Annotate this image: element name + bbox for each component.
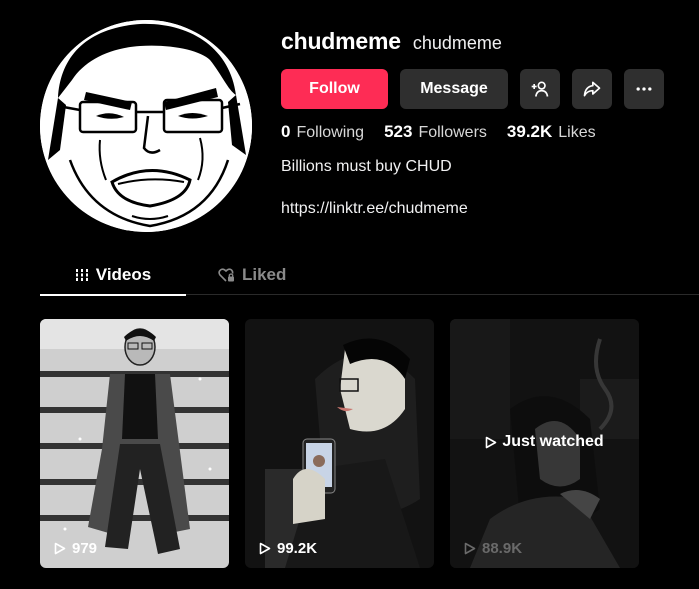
view-count-value: 88.9K [482,540,523,557]
avatar[interactable] [40,20,252,232]
play-icon [54,542,66,555]
view-count-value: 99.2K [277,540,318,557]
view-count: 979 [54,540,97,557]
follow-button[interactable]: Follow [281,69,388,109]
tab-liked-label: Liked [242,265,287,284]
bio: Billions must buy CHUD [281,158,452,175]
play-icon [464,542,476,555]
heart-lock-icon [218,267,234,282]
followers-count: 523 [384,122,413,141]
video-card[interactable]: 979 [40,319,229,568]
following-count: 0 [281,122,291,141]
video-card[interactable]: 99.2K [245,319,434,568]
view-count: 88.9K [464,540,522,557]
more-icon [636,87,652,91]
more-button[interactable] [624,69,664,109]
view-count-value: 979 [72,540,98,557]
just-watched-label: Just watched [502,433,604,450]
following-label: Following [296,124,365,141]
followers-label: Followers [418,124,487,141]
share-button[interactable] [572,69,612,109]
share-icon [583,81,601,97]
likes-label: Likes [558,124,596,141]
nickname: chudmeme [412,33,502,53]
profile-tabs: Videos Liked [40,255,699,296]
likes-stat: 39.2K Likes [507,122,596,142]
name-row: chudmeme chudmeme [281,28,502,55]
add-friend-button[interactable] [520,69,560,109]
play-icon [259,542,271,555]
profile-page: chudmeme chudmeme Follow Message 0 Follo… [0,0,699,589]
avatar-chud-face-image [40,20,252,232]
profile-actions: Follow Message [281,69,664,109]
video-thumbnail-man-with-phone [245,319,434,568]
likes-count: 39.2K [506,122,553,141]
tab-liked[interactable]: Liked [218,255,286,295]
grid-icon [74,269,89,281]
view-count: 99.2K [259,540,317,557]
message-button[interactable]: Message [400,69,508,109]
video-grid: 979 99.2K Just watched 88.9K [40,319,639,568]
followers-stat[interactable]: 523 Followers [384,122,487,142]
video-card[interactable]: Just watched 88.9K [450,319,639,568]
play-icon [486,436,497,448]
tab-videos-label: Videos [95,265,152,284]
profile-link[interactable]: https://linktr.ee/chudmeme [281,200,468,218]
following-stat[interactable]: 0 Following [281,122,364,142]
profile-stats: 0 Following 523 Followers 39.2K Likes [281,122,596,142]
person-plus-icon [531,81,549,97]
username: chudmeme [281,28,401,54]
tab-videos[interactable]: Videos [40,255,186,296]
video-thumbnail-man-standing [40,319,229,568]
just-watched-overlay: Just watched [450,433,639,451]
